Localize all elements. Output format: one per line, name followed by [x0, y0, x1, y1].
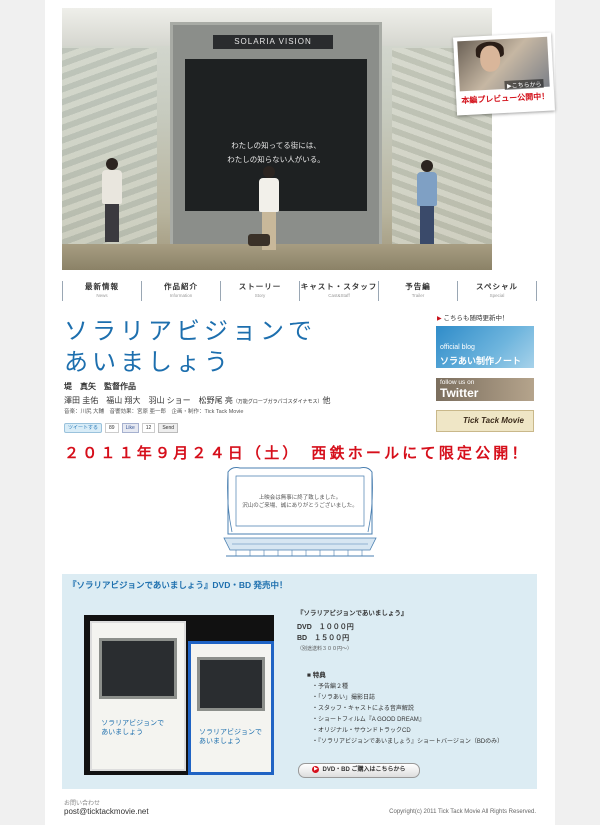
- nav-item-information[interactable]: 作品紹介 Information: [141, 281, 220, 301]
- preview-photo: ▶こちらから: [457, 36, 550, 92]
- dvd-info: 『ソラリアビジョンであいましょう』 DVD １０００円 BD １５００円 （別途…: [297, 607, 407, 652]
- preview-banner[interactable]: ▶こちらから 本編プレビュー公開中！: [453, 32, 555, 116]
- nav-item-special[interactable]: スペシャル Special: [457, 281, 537, 301]
- shipping-note: （別途送料３００円〜）: [297, 646, 353, 652]
- nav-sublabel: Cast&Staff: [328, 293, 350, 298]
- theater-illustration: 上映会は無事に終了致しました。 沢山のご来場、誠にありがとうございました。: [222, 464, 378, 560]
- bd-case-title-2: あいましょう: [199, 738, 241, 746]
- theater-message-2: 沢山のご来場、誠にありがとうございました。: [242, 503, 358, 509]
- theater-message: 上映会は無事に終了致しました。 沢山のご来場、誠にありがとうございました。: [222, 494, 378, 510]
- blog-banner-en: official blog: [440, 344, 475, 351]
- hero-bag: [248, 234, 270, 246]
- nav-sublabel: Story: [254, 293, 266, 298]
- dvd-heading: 『ソラリアビジョンであいましょう』DVD・BD 発売中！: [68, 580, 288, 590]
- director-credit: 堤 真矢 監督作品: [64, 382, 136, 391]
- bonus-title: ■ 特典: [307, 672, 326, 679]
- nav-sublabel: Information: [169, 293, 193, 298]
- nav-item-story[interactable]: ストーリー Story: [220, 281, 299, 301]
- preview-link-text: ▶こちらから: [504, 78, 544, 90]
- dvd-info-title: 『ソラリアビジョンであいましょう』: [297, 610, 408, 617]
- nav-label: 最新情報: [85, 282, 119, 291]
- triangle-icon: ▶: [437, 316, 442, 322]
- dvd-section: 『ソラリアビジョンであいましょう』DVD・BD 発売中！ ソラリアビジョンで あい…: [62, 574, 537, 789]
- blog-banner[interactable]: official blog ソラあい制作ノート: [436, 326, 534, 368]
- cast-main: 澤田 圭佑 福山 翔大 羽山 ショー 松野尾 亮: [64, 396, 233, 405]
- nav-item-cast-staff[interactable]: キャスト・スタッフ Cast&Staff: [299, 281, 378, 301]
- like-count: 12: [141, 422, 156, 433]
- movie-title-line-1: ソラリアビジョンで: [64, 318, 316, 345]
- twitter-banner[interactable]: follow us on Twitter: [436, 378, 534, 401]
- movie-title-line-2: あいましょう: [64, 349, 232, 376]
- staff-credit: 音楽：川尻 大輔 音響効果：宮原 亜一郎 企画・制作：Tick Tack Mov…: [64, 409, 244, 415]
- bonus-item: ・『ソラリアビジョンであいましょう』ショートバージョン（BDのみ）: [312, 739, 504, 745]
- bonus-list: ・予告編２種 ・「ソラあい」撮影日誌 ・スタッフ・キャストによる音声解説 ・ショ…: [312, 682, 503, 748]
- nav-item-news[interactable]: 最新情報 News: [62, 281, 141, 301]
- hero-image: SOLARIA VISION わたしの知ってる街には、 わたしの知らない人がいる…: [62, 8, 492, 270]
- blog-banner-jp: ソラあい制作ノート: [440, 356, 522, 366]
- facebook-like-button[interactable]: Like: [121, 422, 139, 433]
- release-announcement: ２０１１年９月２４日（土） 西鉄ホールにて限定公開！: [64, 445, 530, 462]
- twitter-banner-sub: follow us on: [440, 379, 475, 386]
- dvd-product-photo: ソラリアビジョンで あいましょう ソラリアビジョンで あいましょう: [84, 615, 274, 775]
- copyright: Copyright(c) 2011 Tick Tack Movie All Ri…: [389, 809, 536, 815]
- nav-label: 予告編: [405, 282, 431, 291]
- cast-credit: 澤田 圭佑 福山 翔大 羽山 ショー 松野尾 亮（万能グローブガラパゴスダイナモ…: [64, 395, 331, 406]
- bonus-item: ・「ソラあい」撮影日誌: [312, 695, 376, 701]
- nav-sublabel: News: [96, 293, 108, 298]
- bd-case: ソラリアビジョンで あいましょう: [188, 641, 274, 775]
- hero-caption-line-2: わたしの知らない人がいる。: [227, 155, 325, 164]
- cast-end: 他: [322, 396, 331, 405]
- nav-label: ストーリー: [238, 282, 282, 291]
- main-nav: 最新情報 News 作品紹介 Information ストーリー Story キャスト…: [62, 281, 537, 301]
- hero-person-right: [417, 160, 437, 244]
- hero-caption-line-1: わたしの知ってる街には、: [231, 141, 321, 150]
- nav-sublabel: Trailer: [411, 293, 425, 298]
- twitter-banner-main: Twitter: [440, 386, 479, 400]
- buy-dvd-label: DVD・BD ご購入はこちらから: [322, 767, 406, 773]
- dvd-case: ソラリアビジョンで あいましょう: [90, 621, 186, 771]
- bonus-item: ・オリジナル・サウンドトラックCD: [312, 728, 411, 734]
- hero-screen-caption: わたしの知ってる街には、 わたしの知らない人がいる。: [185, 139, 367, 167]
- sidebar-label: ▶ こちらも随時更新中！: [437, 312, 508, 322]
- facebook-send-button[interactable]: Send: [158, 422, 179, 433]
- nav-label: スペシャル: [476, 282, 518, 291]
- buy-dvd-button[interactable]: ▶ DVD・BD ご購入はこちらから: [298, 763, 420, 778]
- ticktack-banner-text: Tick Tack Movie: [463, 416, 524, 425]
- price-bd: BD １５００円: [297, 635, 350, 642]
- price-dvd: DVD １０００円: [297, 624, 354, 631]
- theater-message-1: 上映会は無事に終了致しました。: [258, 495, 342, 501]
- hero-screen-brand: SOLARIA VISION: [213, 35, 333, 49]
- social-buttons: ツイートする 89 Like 12 Send: [64, 422, 179, 433]
- dvd-case-title-1: ソラリアビジョンで: [101, 720, 165, 728]
- nav-label: 作品紹介: [164, 282, 198, 291]
- arrow-icon: ▶: [312, 765, 320, 773]
- dvd-case-title-2: あいましょう: [101, 729, 144, 737]
- bonus-item: ・ショートフィルム『A GOOD DREAM』: [312, 717, 425, 723]
- bonus-item: ・スタッフ・キャストによる音声解説: [312, 706, 414, 712]
- nav-label: キャスト・スタッフ: [300, 282, 378, 291]
- bd-case-title-1: ソラリアビジョンで: [199, 729, 262, 737]
- contact-label: お問い合わせ: [64, 801, 101, 807]
- contact-email-link[interactable]: post@ticktackmovie.net: [64, 807, 149, 816]
- nav-item-trailer[interactable]: 予告編 Trailer: [378, 281, 457, 301]
- theater-drawing: [223, 467, 377, 557]
- ticktack-banner[interactable]: Tick Tack Movie: [436, 410, 534, 432]
- hero-person-left: [102, 158, 122, 242]
- preview-label: 本編プレビュー公開中！: [461, 91, 550, 106]
- tweet-button[interactable]: ツイートする: [64, 422, 103, 433]
- cast-note: （万能グローブガラパゴスダイナモス）: [232, 399, 323, 405]
- tweet-count: 89: [105, 422, 119, 433]
- movie-title: ソラリアビジョンで あいましょう: [64, 316, 316, 378]
- bonus-item: ・予告編２種: [312, 684, 349, 690]
- nav-sublabel: Special: [489, 293, 505, 298]
- sidebar-label-text: こちらも随時更新中！: [443, 315, 509, 322]
